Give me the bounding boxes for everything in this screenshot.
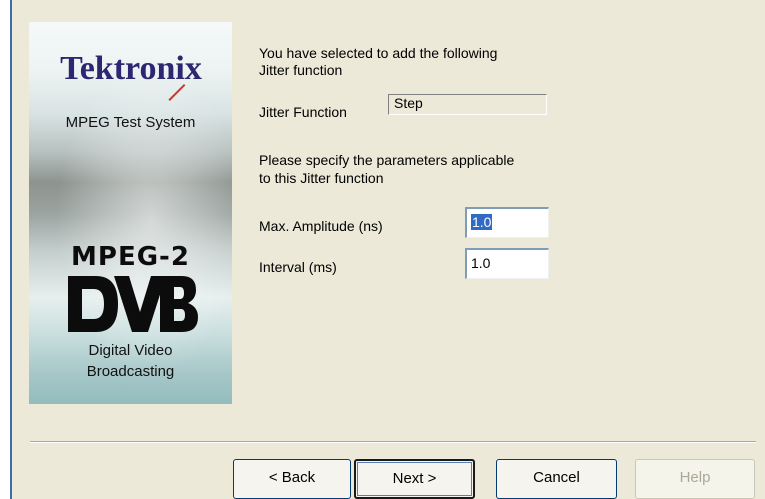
cancel-button[interactable]: Cancel [496, 459, 617, 499]
max-amplitude-input[interactable]: 1.0 [465, 207, 549, 238]
help-button[interactable]: Help [635, 459, 755, 499]
tagline-line1: Digital Video [88, 342, 173, 359]
tagline-line2: Broadcasting [86, 363, 175, 380]
max-amplitude-value: 1.0 [471, 214, 493, 230]
params-text-line1: Please specify the parameters applicable [259, 152, 515, 168]
mpeg2-logo: MPEG-2 [71, 242, 190, 272]
intro-text-line1: You have selected to add the following [259, 45, 498, 61]
interval-input[interactable]: 1.0 [465, 248, 549, 279]
jitter-function-value: Step [388, 94, 547, 115]
back-button[interactable]: < Back [233, 459, 351, 499]
next-button[interactable]: Next > [354, 459, 475, 499]
dvb-logo [68, 276, 198, 332]
intro-text-line2: Jitter function [259, 62, 343, 78]
tektronix-logo: Tektronix [60, 50, 202, 87]
button-separator [30, 441, 756, 443]
interval-label: Interval (ms) [259, 259, 337, 275]
window-left-border [0, 0, 10, 499]
jitter-function-label: Jitter Function [259, 104, 347, 120]
wizard-banner: Tektronix MPEG Test System MPEG-2 Digita… [29, 22, 232, 404]
dvb-tagline: Digital Video Broadcasting [29, 340, 232, 382]
max-amplitude-label: Max. Amplitude (ns) [259, 218, 383, 234]
window-left-border-line [10, 0, 12, 499]
params-text-line2: to this Jitter function [259, 170, 384, 186]
product-name: MPEG Test System [65, 114, 196, 131]
